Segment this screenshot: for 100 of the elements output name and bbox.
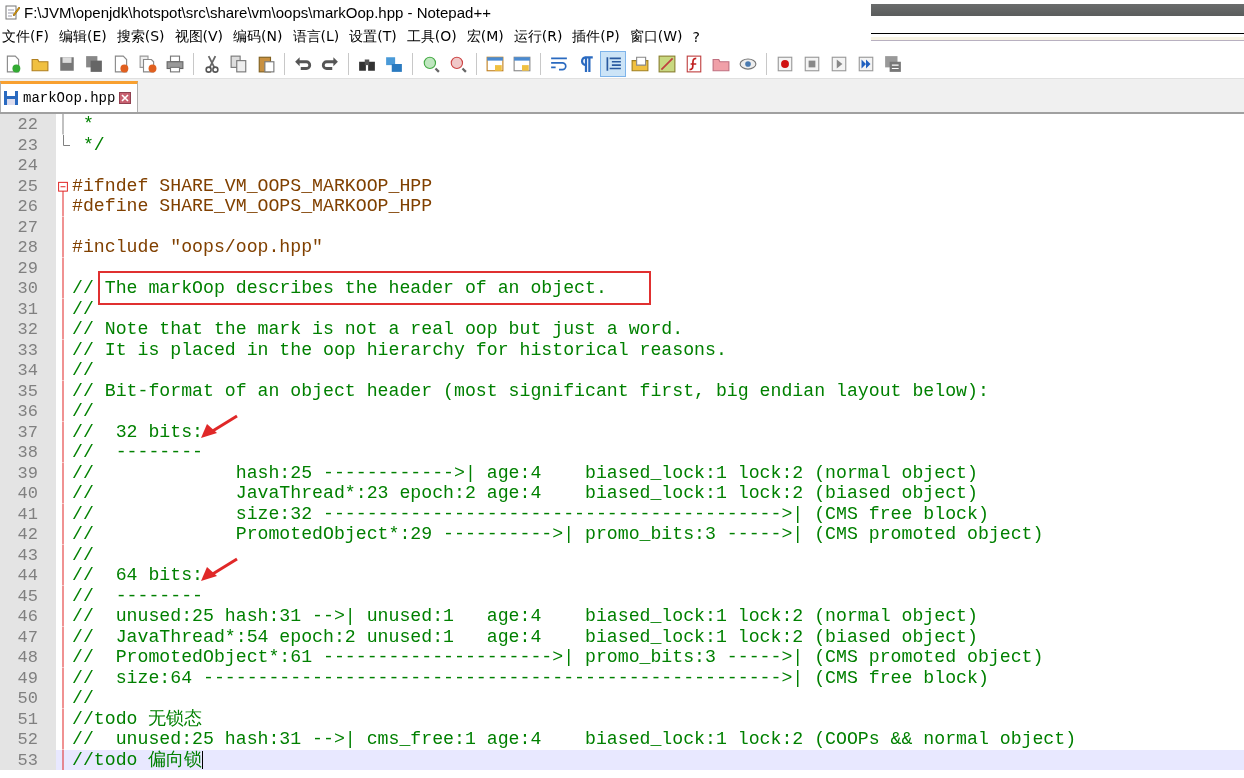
menu-item[interactable]: 运行(R) (511, 28, 571, 46)
menu-item[interactable]: 搜索(S) (114, 28, 173, 46)
line-number: 52 (0, 729, 56, 750)
line-number: 49 (0, 667, 56, 688)
document-close-icon (112, 55, 130, 73)
undo-icon (294, 55, 312, 73)
code-comment: // unused:25 hash:31 -->| unused:1 age:4 biased_lock:1 lock:2 (normal object) (72, 606, 978, 627)
line-number: 33 (0, 339, 56, 360)
code-comment: // size:32 ------------------------------------------>| (CMS free block) (72, 503, 989, 524)
code-comment: // It is placed in the oop hierarchy for historical reasons. (72, 339, 727, 360)
replace-icon (385, 55, 403, 73)
window-title: F:\JVM\openjdk\hotspot\src\share\vm\oops\markOop.hpp - Notepad++ (24, 3, 491, 21)
line-number: 30 (0, 278, 56, 299)
line-number: 28 (0, 237, 56, 258)
line-number: 48 (0, 647, 56, 668)
line-number: 41 (0, 503, 56, 524)
line-number: 45 (0, 585, 56, 606)
zoom-in-icon (422, 55, 440, 73)
line-number: 26 (0, 196, 56, 217)
eye-icon (739, 55, 757, 73)
zoom-out-icon (449, 55, 467, 73)
window-icon (486, 55, 504, 73)
floppy-disks-icon (85, 55, 103, 73)
line-number: 37 (0, 421, 56, 442)
code-comment: // JavaThread*:54 epoch:2 unused:1 age:4 biased_lock:1 lock:2 (biased object) (72, 626, 978, 647)
menu-item[interactable]: ? (690, 29, 708, 45)
menu-item[interactable]: 工具(O) (404, 28, 465, 46)
line-number: 36 (0, 401, 56, 422)
line-number: 23 (0, 134, 56, 155)
tab-label: markOop.hpp (23, 90, 116, 106)
preprocessor-directive: #define SHARE_VM_OOPS_MARKOOP_HPP (72, 196, 433, 217)
redo-icon (321, 55, 339, 73)
line-number: 24 (0, 155, 56, 176)
code-comment: // -------- (72, 442, 203, 463)
code-comment: */ (81, 134, 105, 155)
menu-item[interactable]: 编码(N) (231, 28, 291, 46)
play-icon (830, 55, 848, 73)
locked-window-icon (513, 55, 531, 73)
line-number: 27 (0, 216, 56, 237)
menu-item[interactable]: 窗口(W) (627, 28, 691, 46)
line-number: 40 (0, 483, 56, 504)
code-comment: //todo 无锁态 (72, 708, 203, 729)
file-tab[interactable]: markOop.hpp (0, 81, 139, 112)
code-comment: // Bit-format of an object header (most significant first, big endian layout below): (72, 380, 989, 401)
line-number: 43 (0, 544, 56, 565)
code-comment: The markOop describes the header of an object. (104, 278, 607, 299)
code-comment: // (72, 360, 94, 381)
menu-item[interactable]: 文件(F) (0, 28, 57, 46)
menu-item[interactable]: 设置(T) (347, 28, 405, 46)
code-comment: // (72, 278, 95, 299)
preprocessor-directive: #include "oops/oop.hpp" (72, 237, 324, 258)
clipboard-icon (257, 55, 275, 73)
fast-forward-icon (857, 55, 875, 73)
line-number: 35 (0, 380, 56, 401)
line-number: 46 (0, 606, 56, 627)
line-number: 22 (0, 114, 56, 135)
documents-close-icon (139, 55, 157, 73)
code-comment: // Note that the mark is not a real oop but just a word. (72, 319, 684, 340)
line-number: 47 (0, 626, 56, 647)
new-document-icon (4, 55, 22, 73)
notepad-icon (4, 4, 20, 20)
code-comment: // (72, 298, 94, 319)
close-icon[interactable] (119, 92, 132, 104)
code-comment: // JavaThread*:23 epoch:2 age:4 biased_lock:1 lock:2 (biased object) (72, 483, 978, 504)
code-comment: //todo 偏向锁 (72, 749, 203, 770)
code-comment: // (72, 688, 94, 709)
preprocessor-directive: #ifndef SHARE_VM_OOPS_MARKOOP_HPP (72, 175, 433, 196)
menu-item[interactable]: 编辑(E) (57, 28, 115, 46)
line-number: 51 (0, 708, 56, 729)
line-number: 44 (0, 565, 56, 586)
folder-document-icon (631, 55, 649, 73)
menu-item[interactable]: 视图(V) (172, 28, 232, 46)
line-number: 42 (0, 524, 56, 545)
indent-guide-icon (604, 55, 622, 73)
code-comment: // unused:25 hash:31 -->| cms_free:1 age:4 biased_lock:1 lock:2 (COOPs && normal object) (72, 729, 1077, 750)
code-comment: * (81, 114, 94, 135)
line-number: 31 (0, 298, 56, 319)
printer-icon (166, 55, 184, 73)
line-number: 29 (0, 257, 56, 278)
code-comment: // 32 bits: (72, 421, 203, 442)
line-number: 38 (0, 442, 56, 463)
line-number: 34 (0, 360, 56, 381)
line-number: 25 (0, 175, 56, 196)
stop-icon (803, 55, 821, 73)
line-number: 39 (0, 462, 56, 483)
menu-item[interactable]: 插件(P) (570, 28, 628, 46)
code-comment: // PromotedObject*:61 --------------------->| promo_bits:3 ----->| (CMS promoted object) (72, 647, 1044, 668)
line-number: 53 (0, 749, 56, 770)
word-wrap-icon (550, 55, 568, 73)
code-comment: // -------- (72, 585, 203, 606)
menu-item[interactable]: 宏(M) (464, 28, 512, 46)
code-comment: // 64 bits: (72, 565, 203, 586)
code-comment: // PromotedObject*:29 ---------->| promo_bits:3 ----->| (CMS promoted object) (72, 524, 1044, 545)
menu-item[interactable]: 语言(L) (290, 28, 348, 46)
scissors-icon (203, 55, 221, 73)
line-number: 32 (0, 319, 56, 340)
copy-icon (230, 55, 248, 73)
record-icon (776, 55, 794, 73)
code-comment: // (72, 544, 94, 565)
code-comment: // hash:25 ------------>| age:4 biased_lock:1 lock:2 (normal object) (72, 462, 978, 483)
